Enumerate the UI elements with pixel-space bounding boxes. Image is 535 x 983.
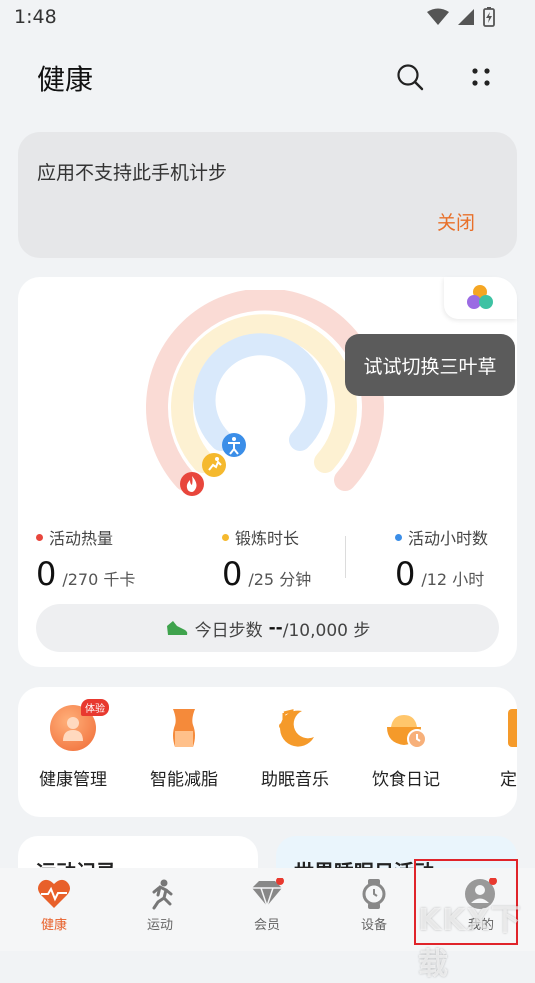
search-button[interactable] (392, 59, 428, 95)
more-button[interactable] (463, 59, 499, 95)
service-label: 定制 (500, 770, 517, 790)
service-label: 健康管理 (39, 770, 107, 790)
steps-goal: /10,000 步 (282, 620, 371, 641)
notice-text: 应用不支持此手机计步 (37, 162, 228, 184)
nav-item-exercise[interactable]: 运动 (120, 878, 200, 933)
notice-card (18, 132, 517, 258)
status-time: 1:48 (14, 6, 57, 28)
nav-item-membership[interactable]: 会员 (227, 878, 307, 933)
exercise-ring-icon (202, 453, 226, 477)
hours-ring-icon (222, 433, 246, 457)
heart-pulse-icon (38, 879, 70, 908)
stat-label: 活动热量 (49, 529, 114, 548)
stat-goal: /270 千卡 (62, 570, 136, 589)
stat-goal: /25 分钟 (248, 570, 312, 589)
stat-hours[interactable]: 活动小时数 0/12 小时 (395, 525, 488, 593)
service-health-management[interactable]: 体验 健康管理 (23, 699, 123, 790)
nav-label: 设备 (360, 918, 387, 933)
service-custom[interactable]: 定制 (467, 705, 517, 790)
stat-calories[interactable]: 活动热量 0/270 千卡 (36, 525, 135, 593)
weight-loss-icon (161, 705, 207, 751)
diet-diary-icon (383, 705, 429, 751)
search-icon (397, 64, 424, 91)
page-title: 健康 (37, 63, 94, 96)
hours-dot (395, 533, 402, 541)
service-label: 助眠音乐 (261, 770, 329, 790)
service-label: 智能减脂 (150, 770, 218, 790)
clover-switch-button[interactable] (444, 277, 517, 319)
service-weight-loss[interactable]: 智能减脂 (134, 705, 234, 790)
clover-tooltip: 试试切换三叶草 (345, 334, 515, 396)
battery-icon (483, 7, 495, 27)
steps-value: -- (268, 618, 283, 638)
clover-icon (467, 285, 493, 309)
steps-label: 今日步数 (194, 620, 263, 641)
signal-icon (458, 9, 474, 25)
nav-item-devices[interactable]: 设备 (334, 878, 414, 933)
notice-close-button[interactable]: 关闭 (437, 208, 475, 235)
shoe-icon (166, 621, 187, 635)
sleep-music-icon (272, 705, 318, 751)
service-sleep-music[interactable]: 助眠音乐 (245, 705, 345, 790)
services-card: 体验 健康管理 智能减脂 助眠音乐 饮食日记 定制 (18, 687, 517, 817)
calories-ring-icon (180, 472, 204, 496)
more-dots-icon (472, 68, 490, 86)
watch-icon (362, 879, 386, 909)
diamond-icon (252, 878, 284, 909)
stat-value: 0 (36, 555, 57, 593)
hours-ring (193, 333, 328, 451)
steps-pill[interactable]: 今日步数 --/10,000 步 (36, 604, 499, 652)
nav-item-health[interactable]: 健康 (14, 878, 94, 933)
nav-label: 运动 (146, 918, 173, 933)
stat-label: 活动小时数 (408, 529, 489, 548)
service-label: 饮食日记 (372, 770, 440, 790)
nav-label: 健康 (40, 918, 67, 933)
stat-value: 0 (395, 555, 416, 593)
calories-dot (36, 533, 43, 541)
wifi-icon (427, 8, 449, 25)
stat-goal: /12 小时 (421, 570, 485, 589)
activity-rings[interactable] (145, 290, 390, 505)
stat-label: 锻炼时长 (235, 529, 300, 548)
watermark: KKX下载 (418, 903, 522, 982)
stat-exercise[interactable]: 锻炼时长 0/25 分钟 (222, 525, 311, 593)
exercise-dot (222, 533, 229, 541)
running-icon (152, 879, 173, 910)
stat-divider (345, 536, 346, 578)
custom-plan-icon (494, 705, 517, 751)
service-diet-diary[interactable]: 饮食日记 (356, 705, 456, 790)
nav-label: 会员 (253, 918, 280, 933)
trial-badge: 体验 (81, 699, 109, 716)
stat-value: 0 (222, 555, 243, 593)
status-icons (427, 7, 495, 27)
